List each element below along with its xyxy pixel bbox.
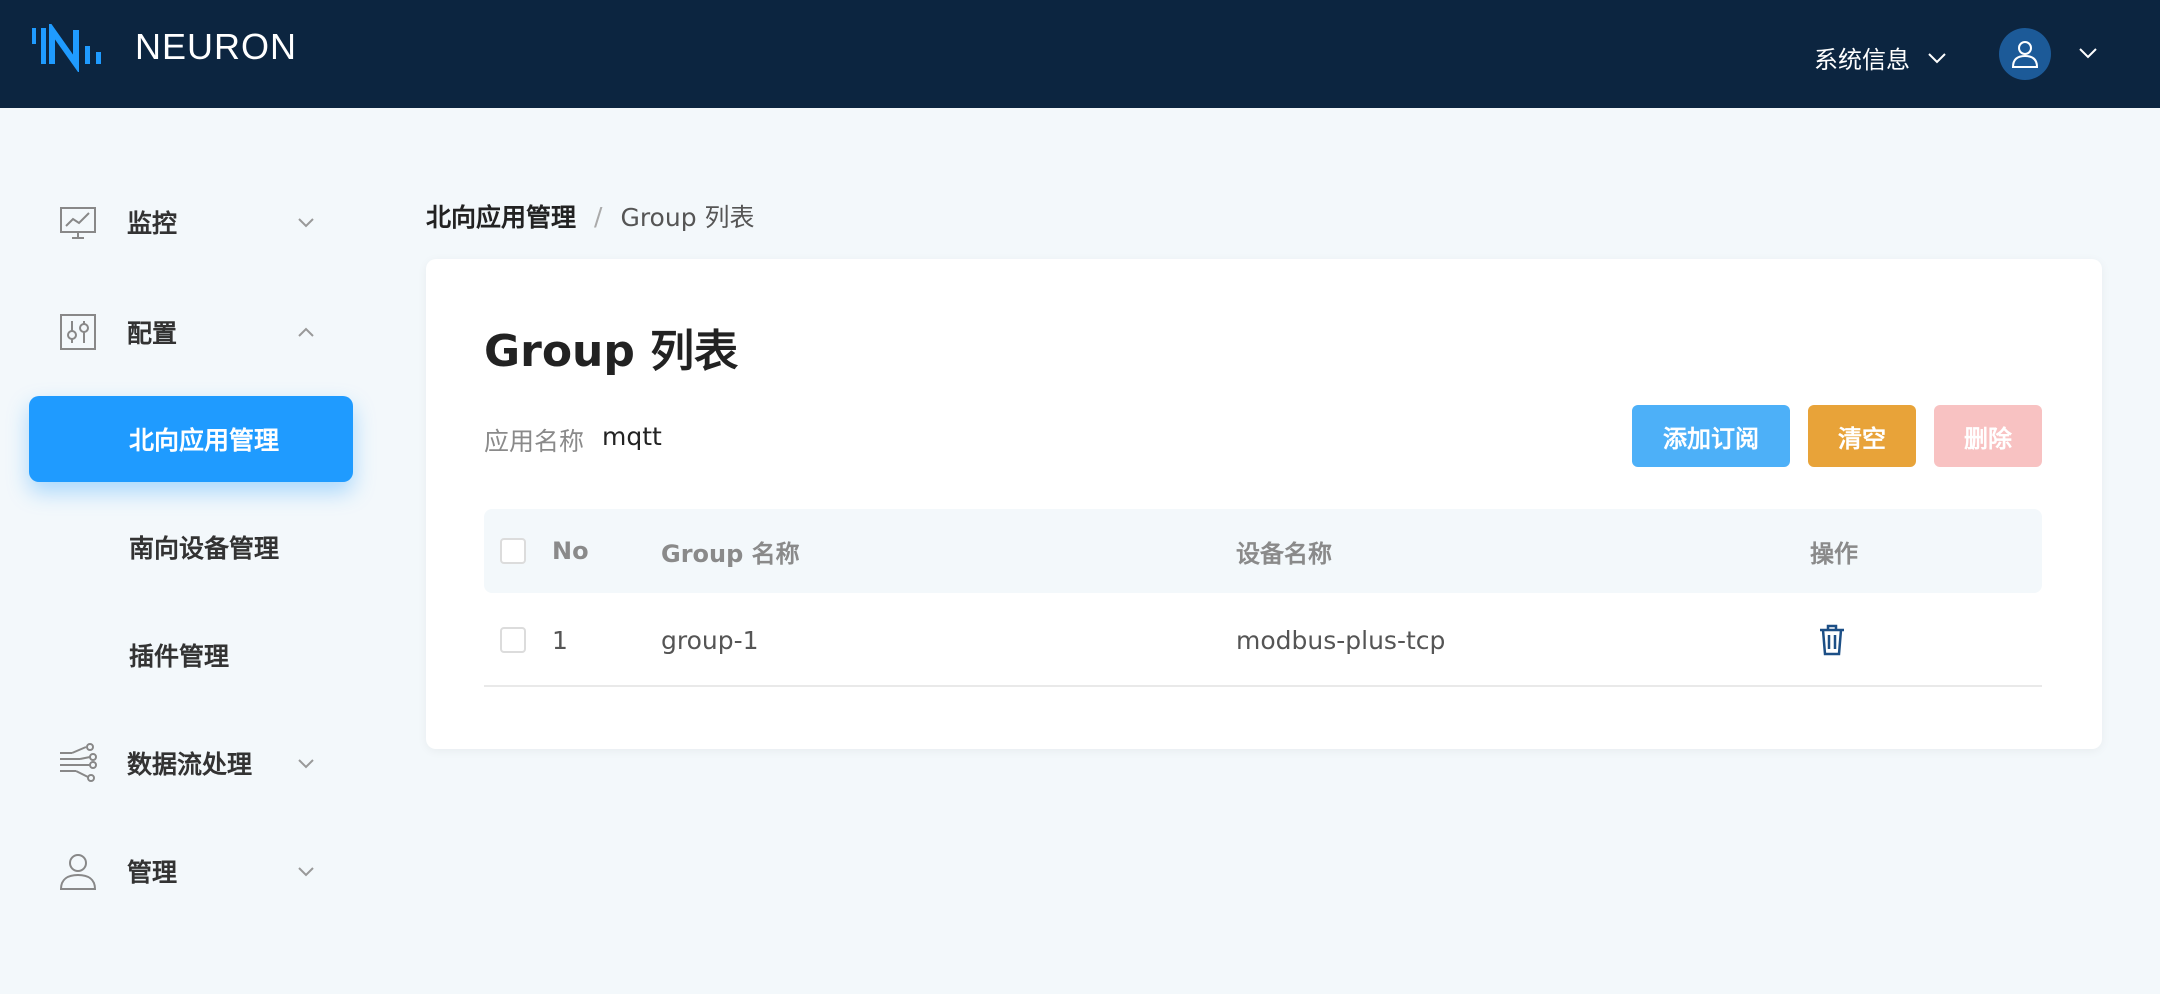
column-header-group-name: Group 名称	[661, 539, 800, 568]
app-name-value: mqtt	[602, 422, 662, 451]
row-device-name: modbus-plus-tcp	[1236, 625, 1446, 655]
dataflow-icon	[60, 743, 97, 782]
sidebar-item-south-device[interactable]: 南向设备管理	[29, 504, 353, 590]
clear-button[interactable]: 清空	[1808, 405, 1916, 467]
delete-button[interactable]: 删除	[1934, 405, 2042, 467]
breadcrumb-separator: /	[594, 201, 603, 231]
neuron-logo-icon	[32, 24, 101, 72]
user-icon	[59, 854, 97, 890]
sidebar-item-label: 管理	[127, 858, 178, 887]
sidebar-item-label: 南向设备管理	[129, 534, 280, 563]
page-title: Group 列表	[484, 326, 739, 377]
row-group-name: group-1	[661, 625, 759, 655]
row-checkbox[interactable]	[500, 627, 526, 653]
group-list-card: Group 列表 应用名称 mqtt 添加订阅 清空 删除 No Group 名…	[426, 259, 2102, 749]
sidebar-item-label: 配置	[127, 319, 178, 348]
sidebar-item-admin[interactable]: 管理	[0, 836, 360, 906]
table-header: No Group 名称 设备名称 操作	[484, 509, 2042, 593]
monitor-chart-icon	[60, 207, 96, 239]
system-info-dropdown[interactable]: 系统信息	[1814, 40, 1946, 75]
sidebar-item-label: 北向应用管理	[129, 426, 280, 455]
column-header-no: No	[552, 537, 589, 565]
app-name-row: 应用名称 mqtt	[484, 422, 662, 458]
config-sliders-icon	[60, 314, 96, 350]
app-name-label: 应用名称	[484, 427, 585, 456]
chevron-down-icon	[298, 218, 314, 228]
row-no: 1	[552, 625, 568, 655]
sidebar-item-monitor[interactable]: 监控	[0, 187, 360, 257]
breadcrumb-root-link[interactable]: 北向应用管理	[426, 198, 576, 234]
trash-icon[interactable]	[1818, 624, 1846, 656]
chevron-down-icon	[1928, 52, 1946, 63]
sidebar-item-config[interactable]: 配置	[0, 297, 360, 367]
sidebar-item-label: 插件管理	[129, 642, 230, 671]
breadcrumb-current: Group 列表	[620, 203, 755, 232]
sidebar-item-label: 监控	[127, 209, 178, 238]
table-row: 1 group-1 modbus-plus-tcp	[484, 593, 2042, 687]
sidebar-item-dataflow[interactable]: 数据流处理	[0, 728, 360, 798]
chevron-down-icon[interactable]	[2078, 46, 2098, 60]
top-header: NEURON 系统信息	[0, 0, 2160, 108]
brand-name: NEURON	[135, 26, 298, 67]
sidebar-item-plugin[interactable]: 插件管理	[29, 612, 353, 698]
add-subscription-button[interactable]: 添加订阅	[1632, 405, 1790, 467]
column-header-device-name: 设备名称	[1236, 539, 1332, 568]
user-avatar[interactable]	[1999, 28, 2051, 80]
user-icon	[2011, 41, 2039, 68]
sidebar-item-north-app[interactable]: 北向应用管理	[29, 396, 353, 482]
column-header-actions: 操作	[1810, 539, 1858, 568]
chevron-up-icon	[298, 327, 314, 337]
breadcrumb: 北向应用管理 / Group 列表	[426, 198, 755, 234]
system-info-label: 系统信息	[1814, 46, 1910, 74]
sidebar-item-label: 数据流处理	[127, 750, 253, 779]
chevron-down-icon	[298, 867, 314, 877]
chevron-down-icon	[298, 759, 314, 769]
select-all-checkbox[interactable]	[500, 538, 526, 564]
